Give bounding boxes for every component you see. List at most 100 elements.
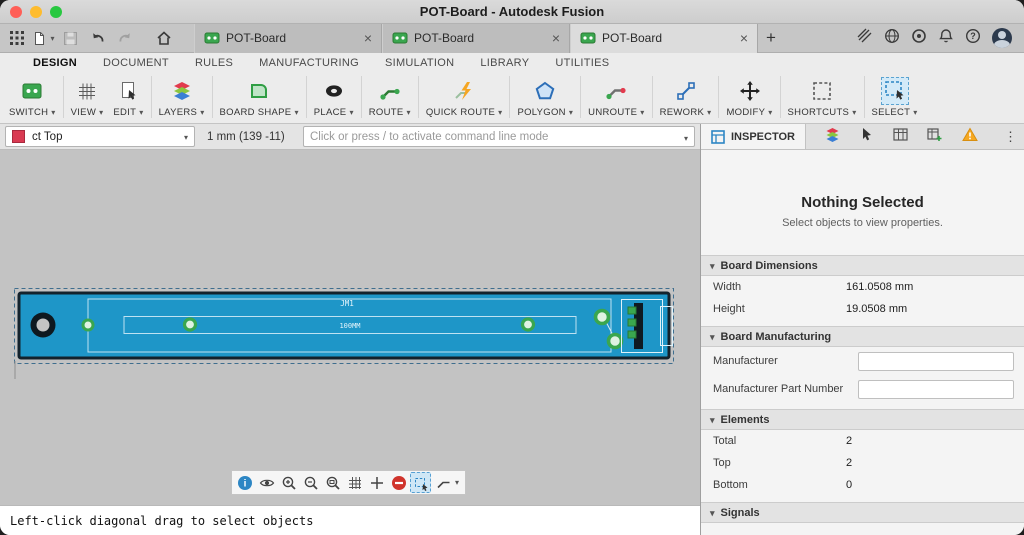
window-title: POT-Board - Autodesk Fusion [419, 4, 605, 19]
toolbar-group-edit[interactable]: EDIT [108, 76, 148, 119]
extensions-globe-icon[interactable] [884, 28, 900, 49]
inspector-tab[interactable]: INSPECTOR [701, 124, 806, 149]
toolbar-label: VIEW [71, 107, 104, 118]
toolbar-separator [305, 76, 307, 118]
undo-icon[interactable] [85, 27, 110, 49]
grid-settings-icon[interactable] [344, 472, 365, 493]
toolbar-group-shortcuts[interactable]: SHORTCUTS [783, 76, 862, 119]
restrict-icon[interactable] [388, 472, 409, 493]
toolbar-separator [62, 76, 64, 118]
row-total: Total 2 [701, 430, 1024, 452]
pcb-canvas[interactable]: JM1 100MM i ▾ [0, 150, 700, 505]
zoom-window-icon[interactable] [322, 472, 343, 493]
toolbar-label: SHORTCUTS [788, 107, 857, 118]
toolbar-group-unroute[interactable]: UNROUTE [583, 76, 649, 119]
toolbar-separator [509, 76, 511, 118]
status-bar: Left-click diagonal drag to select objec… [0, 505, 700, 535]
via-pad[interactable] [520, 317, 536, 332]
tab-close-icon[interactable] [364, 31, 372, 46]
via-pad[interactable] [182, 317, 198, 332]
toolbar-group-route[interactable]: ROUTE [364, 76, 416, 119]
row-label: Height [713, 303, 745, 315]
section-title: Board Dimensions [720, 259, 818, 272]
layer-visibility-eye-icon[interactable] [256, 472, 277, 493]
board-shape-icon [247, 77, 271, 105]
info-button[interactable]: i [234, 472, 255, 493]
close-window-button[interactable] [10, 6, 22, 18]
toolbar-group-layers[interactable]: LAYERS [154, 76, 210, 119]
manufacturer-part-number-input[interactable] [858, 379, 1014, 399]
toolbar-group-rework[interactable]: REWORK [655, 76, 717, 119]
toolbar-group-modify[interactable]: MODIFY [721, 76, 777, 119]
menu-simulation[interactable]: SIMULATION [372, 57, 467, 69]
polygon-icon [533, 77, 557, 105]
section-board-manufacturing[interactable]: Board Manufacturing [701, 326, 1024, 347]
origin-crosshair-icon[interactable] [366, 472, 387, 493]
toolbar-group-view[interactable]: VIEW [66, 76, 109, 119]
main-region: ct Top 1 mm (139 -11) JM1 100MM [0, 124, 1024, 535]
selection-filter-cursor-icon[interactable] [860, 127, 874, 146]
row-label: Total [713, 435, 737, 447]
connector-pad[interactable] [606, 332, 624, 350]
menu-manufacturing[interactable]: MANUFACTURING [246, 57, 372, 69]
row-value: 2 [846, 457, 853, 469]
toolbar-label: LAYERS [159, 107, 205, 118]
toolbar-group-polygon[interactable]: POLYGON [512, 76, 578, 119]
pcb-tab-icon [204, 32, 220, 44]
section-title: Signals [720, 506, 760, 519]
menu-design[interactable]: DESIGN [20, 57, 90, 69]
toolbar-group-board-shape[interactable]: BOARD SHAPE [215, 76, 304, 119]
menu-document[interactable]: DOCUMENT [90, 57, 182, 69]
save-icon[interactable] [58, 27, 83, 49]
table-add-icon[interactable] [927, 127, 942, 147]
document-tab-1[interactable]: POT-Board [194, 23, 382, 53]
zoom-in-icon[interactable] [278, 472, 299, 493]
notifications-bell-icon[interactable] [938, 28, 954, 49]
menu-rules[interactable]: RULES [182, 57, 246, 69]
marquee-select-button[interactable] [410, 472, 431, 493]
status-ring-icon[interactable] [911, 28, 927, 49]
via-pad[interactable] [81, 318, 95, 332]
layer-selector[interactable]: ct Top [5, 126, 195, 147]
section-board-dimensions[interactable]: Board Dimensions [701, 255, 1024, 276]
section-elements[interactable]: Elements [701, 409, 1024, 430]
user-avatar[interactable] [992, 28, 1012, 48]
job-status-icon[interactable] [857, 28, 873, 49]
help-icon[interactable]: ? [965, 28, 981, 49]
more-options-icon[interactable] [997, 128, 1024, 146]
board-label-designator: JM1 [340, 299, 354, 308]
inspector-tab-label: INSPECTOR [731, 130, 795, 143]
tab-close-icon[interactable] [740, 31, 748, 46]
menu-utilities[interactable]: UTILITIES [542, 57, 622, 69]
command-line-input[interactable] [310, 130, 681, 143]
document-tab-2[interactable]: POT-Board [382, 23, 570, 53]
minimize-window-button[interactable] [30, 6, 42, 18]
new-tab-button[interactable]: + [758, 24, 784, 53]
manufacturer-input[interactable] [858, 351, 1014, 371]
zoom-out-icon[interactable] [300, 472, 321, 493]
table-view-icon[interactable] [893, 127, 908, 147]
toolbar-group-select[interactable]: SELECT [867, 76, 923, 119]
redo-icon[interactable] [112, 27, 137, 49]
home-icon[interactable] [151, 27, 176, 49]
section-signals[interactable]: Signals [701, 502, 1024, 523]
connector-pad[interactable] [593, 308, 611, 326]
tab-close-icon[interactable] [552, 31, 560, 46]
layers-panel-icon[interactable] [825, 127, 840, 147]
modify-move-icon [738, 77, 762, 105]
inspector-body: Nothing Selected Select objects to view … [701, 150, 1024, 535]
document-tab-3-active[interactable]: POT-Board [570, 23, 758, 53]
toolbar-group-place[interactable]: PLACE [309, 76, 359, 119]
row-top: Top 2 [701, 452, 1024, 474]
app-grid-icon[interactable] [4, 27, 29, 49]
toolbar-separator [211, 76, 213, 118]
file-menu-icon[interactable] [31, 27, 56, 49]
row-label: Bottom [713, 479, 748, 491]
toolbar-group-quick-route[interactable]: QUICK ROUTE [421, 76, 508, 119]
bend-style-button[interactable] [432, 472, 463, 493]
field-label: Manufacturer [713, 355, 778, 367]
toolbar-group-switch[interactable]: SWITCH [4, 76, 61, 119]
menu-library[interactable]: LIBRARY [467, 57, 542, 69]
zoom-window-button[interactable] [50, 6, 62, 18]
warning-triangle-icon[interactable] [961, 127, 978, 147]
